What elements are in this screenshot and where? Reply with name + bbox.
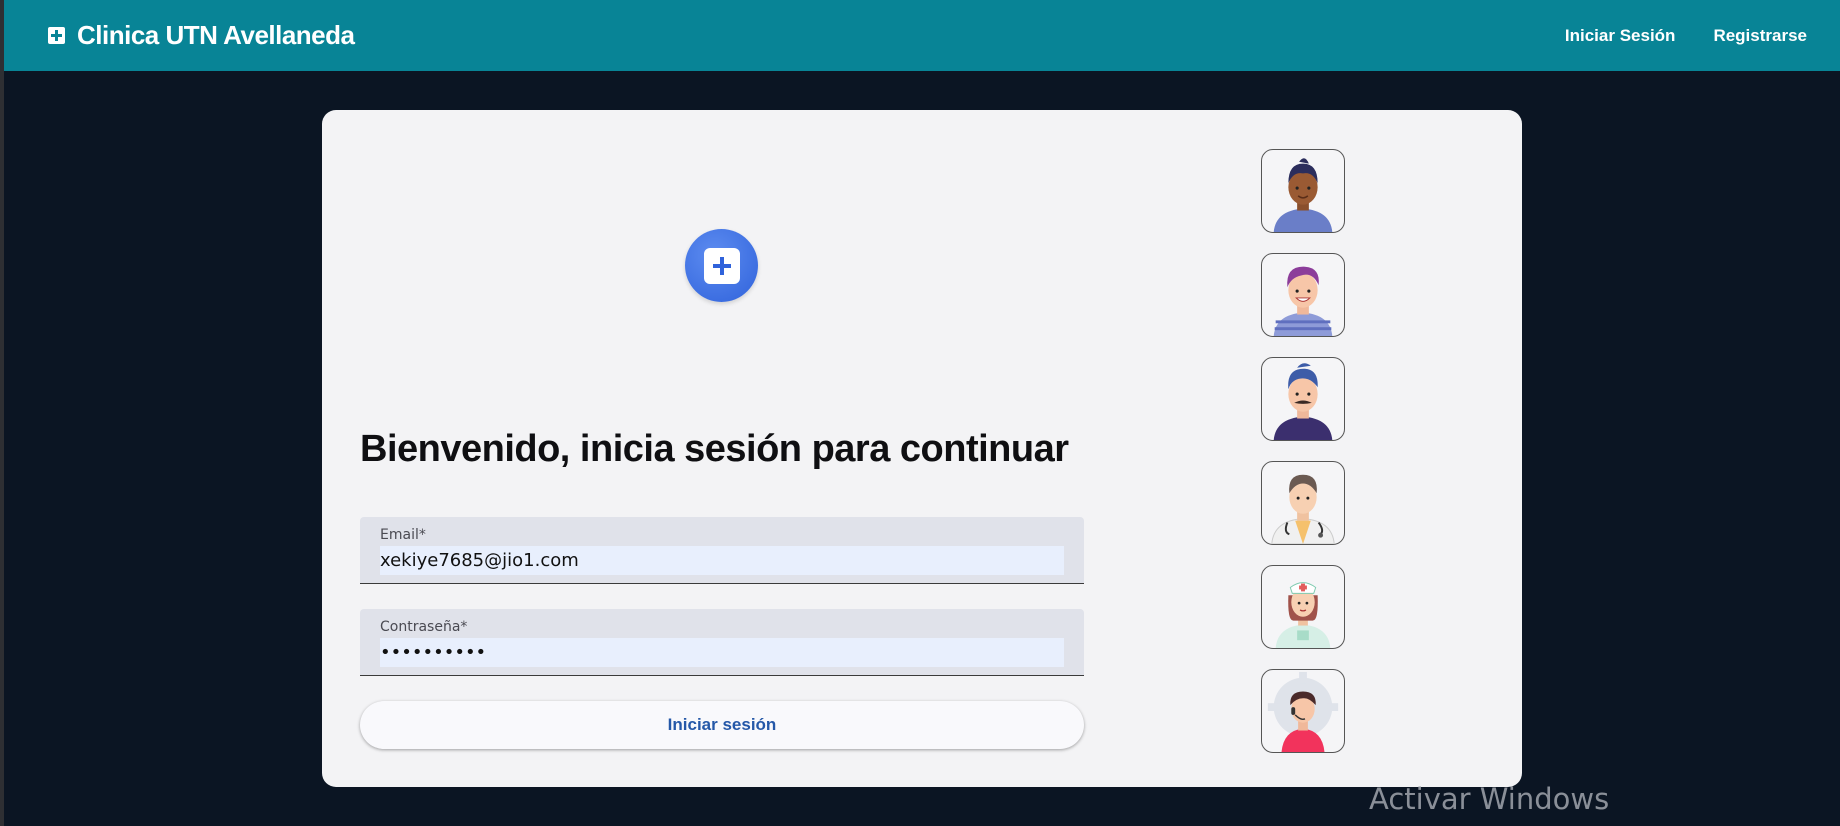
brand[interactable]: Clinica UTN Avellaneda — [48, 20, 355, 51]
login-button[interactable]: Iniciar sesión — [360, 701, 1084, 749]
admin-avatar[interactable] — [1261, 669, 1345, 753]
email-label: Email* — [380, 527, 426, 543]
male-striped-avatar-icon — [1273, 266, 1333, 336]
email-input[interactable] — [380, 546, 1064, 575]
patient-avatar-1[interactable] — [1261, 149, 1345, 233]
doctor-icon — [1271, 474, 1335, 544]
brand-title: Clinica UTN Avellaneda — [77, 20, 355, 50]
email-field[interactable]: Email* — [360, 517, 1084, 584]
password-field[interactable]: Contraseña* — [360, 609, 1084, 676]
admin-gear-icon — [1267, 671, 1339, 752]
top-nav: Iniciar Sesión Registrarse — [1565, 26, 1807, 46]
plus-square-icon — [48, 27, 65, 44]
nurse-icon — [1275, 582, 1331, 648]
login-card: Bienvenido, inicia sesión para continuar… — [322, 110, 1522, 787]
medical-plus-icon — [703, 247, 740, 284]
doctor-avatar[interactable] — [1261, 461, 1345, 545]
patient-avatar-3[interactable] — [1261, 357, 1345, 441]
male-avatar-icon — [1273, 158, 1333, 232]
windows-activation-watermark: Activar Windows — [1369, 782, 1610, 816]
patient-avatar-2[interactable] — [1261, 253, 1345, 337]
password-label: Contraseña* — [380, 619, 468, 635]
nav-register-link[interactable]: Registrarse — [1713, 26, 1807, 46]
quick-access-avatars — [1261, 149, 1345, 753]
top-navbar: Clinica UTN Avellaneda Iniciar Sesión Re… — [4, 0, 1840, 71]
nav-login-link[interactable]: Iniciar Sesión — [1565, 26, 1676, 46]
clinic-logo — [685, 229, 758, 302]
nurse-avatar[interactable] — [1261, 565, 1345, 649]
password-input[interactable] — [380, 638, 1064, 667]
page-title: Bienvenido, inicia sesión para continuar — [360, 428, 1069, 470]
male-mustache-avatar-icon — [1273, 363, 1333, 440]
window-edge — [0, 0, 4, 826]
